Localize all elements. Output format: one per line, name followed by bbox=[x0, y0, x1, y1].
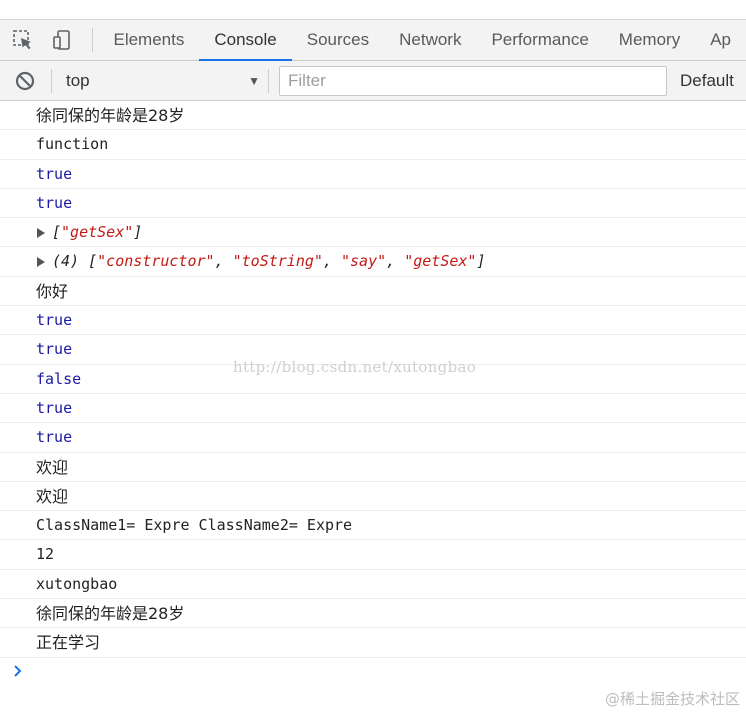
tab-network[interactable]: Network bbox=[384, 20, 476, 60]
console-message: true bbox=[0, 306, 746, 336]
console-message: function bbox=[0, 130, 746, 160]
tab-console[interactable]: Console bbox=[199, 20, 293, 61]
array-close-bracket: ] bbox=[133, 223, 143, 242]
blog-watermark: http://blog.csdn.net/xutongbao bbox=[233, 358, 477, 376]
expand-triangle-icon[interactable] bbox=[37, 257, 45, 268]
tabbar-divider bbox=[91, 28, 93, 52]
prompt-chevron-icon bbox=[12, 663, 24, 682]
console-message: true bbox=[0, 394, 746, 424]
filter-input[interactable] bbox=[279, 65, 667, 96]
console-message: true bbox=[0, 160, 746, 189]
console-message: ClassName1= Expre ClassName2= Expre bbox=[0, 511, 746, 541]
device-toolbar-icon[interactable] bbox=[51, 28, 74, 52]
console-message-array[interactable]: ["getSex"] bbox=[0, 218, 746, 248]
toolbar-divider bbox=[51, 68, 52, 93]
tab-application[interactable]: Ap bbox=[695, 20, 746, 60]
clear-console-icon[interactable] bbox=[13, 69, 37, 93]
console-message: 12 bbox=[0, 540, 746, 570]
console-toolbar: top ▼ Default bbox=[0, 61, 746, 101]
expand-triangle-icon[interactable] bbox=[37, 228, 45, 239]
array-close-bracket: ] bbox=[476, 252, 486, 271]
tab-elements[interactable]: Elements bbox=[98, 20, 199, 60]
tab-memory[interactable]: Memory bbox=[604, 20, 695, 60]
devtools-tabbar: Elements Console Sources Network Perform… bbox=[0, 20, 746, 61]
console-message: 徐同保的年龄是28岁 bbox=[0, 599, 746, 629]
console-prompt[interactable] bbox=[0, 658, 746, 688]
console-message: true bbox=[0, 189, 746, 219]
dropdown-caret-icon: ▼ bbox=[248, 73, 260, 88]
console-message: xutongbao bbox=[0, 570, 746, 600]
array-item: "toString" bbox=[232, 252, 323, 271]
console-message: 徐同保的年龄是28岁 bbox=[0, 101, 746, 131]
array-length: (4) bbox=[52, 252, 80, 271]
inspect-element-icon[interactable] bbox=[12, 28, 35, 52]
console-message: 欢迎 bbox=[0, 482, 746, 512]
window-top-strip bbox=[0, 0, 746, 20]
array-item: "getSex" bbox=[61, 223, 134, 242]
tab-sources[interactable]: Sources bbox=[292, 20, 384, 60]
console-message: 正在学习 bbox=[0, 628, 746, 658]
toolbar-divider-2 bbox=[268, 68, 269, 93]
array-item: "getSex" bbox=[404, 252, 477, 271]
footer-watermark: @稀土掘金技术社区 bbox=[604, 690, 740, 708]
context-selector-value: top bbox=[66, 70, 90, 90]
console-message-array[interactable]: (4) ["constructor", "toString", "say", "… bbox=[0, 247, 746, 277]
array-item: "say" bbox=[341, 252, 387, 271]
log-levels-dropdown[interactable]: Default bbox=[680, 71, 734, 91]
console-message: 欢迎 bbox=[0, 453, 746, 482]
context-selector[interactable]: top ▼ bbox=[54, 66, 260, 96]
console-message: true bbox=[0, 423, 746, 453]
array-open-bracket: [ bbox=[88, 252, 98, 271]
console-message: 你好 bbox=[0, 277, 746, 307]
console-messages: 徐同保的年龄是28岁 function true true ["getSex"]… bbox=[0, 101, 746, 688]
array-open-bracket: [ bbox=[52, 223, 62, 242]
array-item: "constructor" bbox=[97, 252, 215, 271]
tab-performance[interactable]: Performance bbox=[476, 20, 603, 60]
